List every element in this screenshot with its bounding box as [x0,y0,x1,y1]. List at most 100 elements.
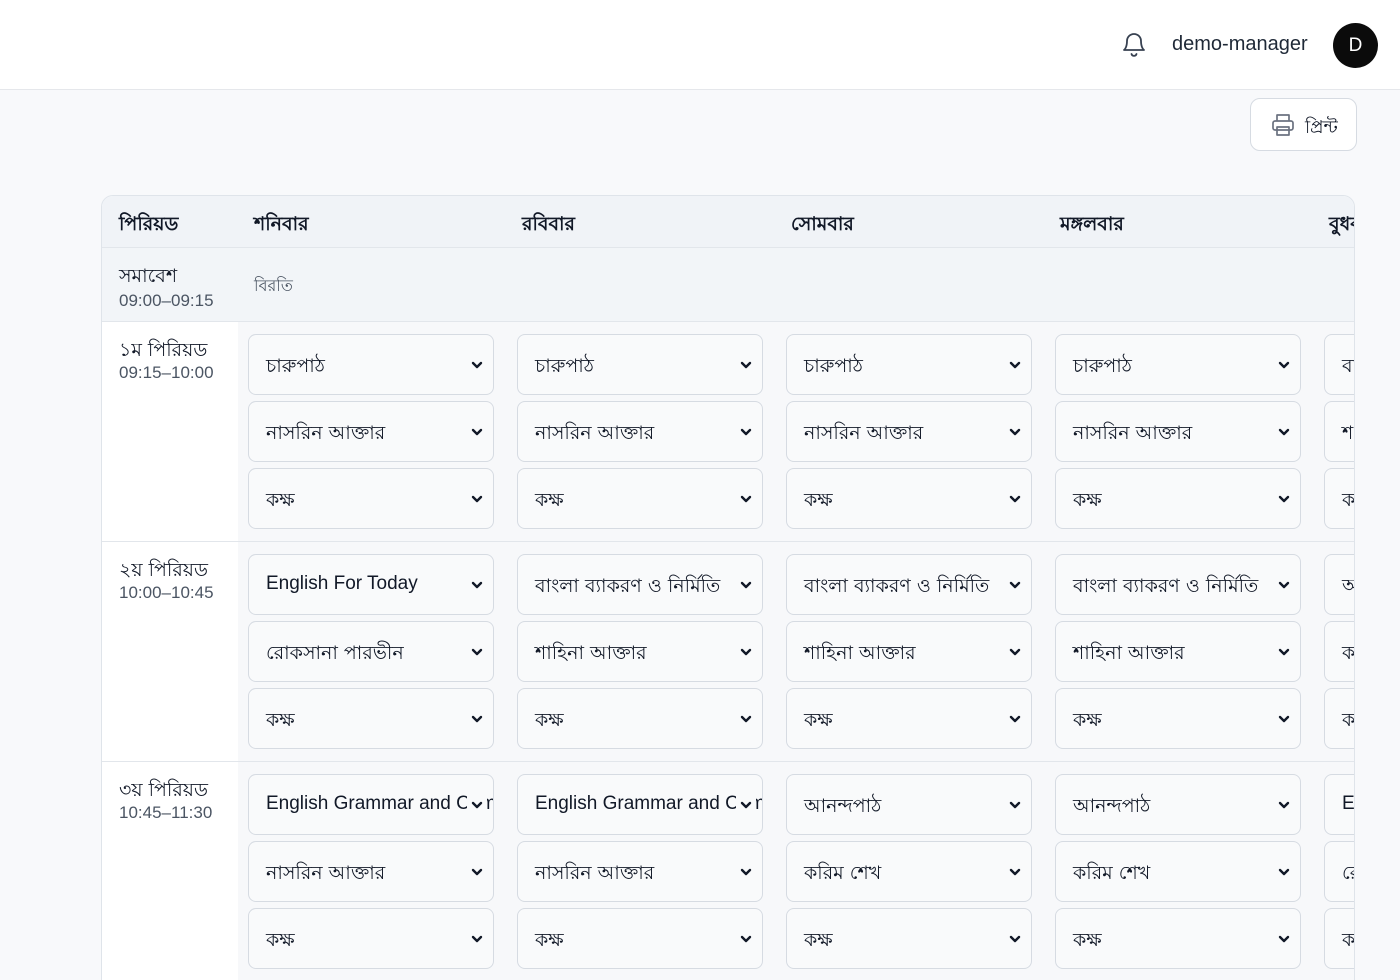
teacher-select-value: করিম শেখ [804,862,882,884]
room-select[interactable]: কক্ষ [517,688,763,749]
chevron-down-icon [1274,355,1294,375]
subject-select-value: E [1342,793,1355,814]
room-select[interactable]: কক্ষ [1055,908,1301,969]
chevron-down-icon [467,709,487,729]
chevron-down-icon [1005,642,1025,662]
room-select[interactable]: কক্ষ [786,908,1032,969]
day-header-monday: সোমবার [791,213,854,235]
room-select-value: কক্ষ [266,489,295,511]
teacher-select-value: শ [1342,422,1354,444]
teacher-select[interactable]: নাসরিন আক্তার [517,401,763,462]
teacher-select-value: নাসরিন আক্তার [1073,422,1193,444]
teacher-select[interactable]: শাহিনা আক্তার [517,621,763,682]
subject-select[interactable]: চারুপাঠ [248,334,494,395]
teacher-select[interactable]: নাসরিন আক্তার [1055,401,1301,462]
room-select-value: কক্ষ [266,929,295,951]
subject-select[interactable]: আ [1324,554,1354,615]
room-select[interactable]: কক্ষ [1055,468,1301,529]
room-select-value: কক্ষ [535,709,564,731]
period-time: 10:45–11:30 [119,803,213,822]
subject-select-value: বাংলা ব্যাকরণ ও নির্মিতি [535,575,721,597]
chevron-down-icon [467,575,487,595]
teacher-select-value: নাসরিন আক্তার [535,862,655,884]
room-select-value: ক [1342,709,1355,731]
bell-icon[interactable] [1118,28,1150,60]
chevron-down-icon [736,422,756,442]
teacher-select[interactable]: শ [1324,401,1354,462]
chevron-down-icon [736,862,756,882]
chevron-down-icon [736,575,756,595]
room-select[interactable]: কক্ষ [248,688,494,749]
teacher-select-value: শাহিনা আক্তার [535,642,647,664]
teacher-select[interactable]: রোকসানা পারভীন [248,621,494,682]
room-select[interactable]: ক [1324,688,1355,749]
chevron-down-icon [736,642,756,662]
room-select[interactable]: কক্ষ [517,468,763,529]
room-select[interactable]: ক [1324,468,1355,529]
chevron-down-icon [1005,422,1025,442]
chevron-down-icon [736,489,756,509]
room-select-value: কক্ষ [1073,709,1102,731]
room-select[interactable]: কক্ষ [786,468,1032,529]
subject-select-value: আনন্দপাঠ [804,795,882,817]
subject-select[interactable]: E [1324,774,1355,835]
chevron-down-icon [467,642,487,662]
teacher-select-value: নাসরিন আক্তার [804,422,924,444]
subject-select[interactable]: চারুপাঠ [517,334,763,395]
chevron-down-icon [467,355,487,375]
subject-select[interactable]: আনন্দপাঠ [786,774,1032,835]
teacher-select[interactable]: নাসরিন আক্তার [248,401,494,462]
room-select[interactable]: কক্ষ [248,468,494,529]
period-row: ২য় পিরিয়ড 10:00–10:45 English For Today র… [102,542,1355,762]
teacher-select[interactable]: ক [1324,621,1355,682]
avatar[interactable]: D [1333,23,1378,68]
teacher-select-value: শাহিনা আক্তার [1073,642,1185,664]
teacher-select[interactable]: নাসরিন আক্তার [517,841,763,902]
subject-select[interactable]: চারুপাঠ [1055,334,1301,395]
subject-select[interactable]: English Grammar and Composition [517,774,763,835]
subject-select[interactable]: English Grammar and Composition [248,774,494,835]
teacher-select[interactable]: শাহিনা আক্তার [1055,621,1301,682]
room-select[interactable]: কক্ষ [248,908,494,969]
teacher-select[interactable]: রো [1324,841,1354,902]
subject-select-value: বাংলা ব্যাকরণ ও নির্মিতি [1073,575,1259,597]
subject-select[interactable]: English For Today [248,554,494,615]
chevron-down-icon [1274,929,1294,949]
chevron-down-icon [736,709,756,729]
teacher-select-value: ক [1342,642,1355,664]
chevron-down-icon [736,355,756,375]
subject-select[interactable]: বাংলা ব্যাকরণ ও নির্মিতি [1055,554,1301,615]
subject-select[interactable]: বাংলা ব্যাকরণ ও নির্মিতি [786,554,1032,615]
subject-select-value: English Grammar and Composition [266,793,493,814]
room-select[interactable]: ক [1324,908,1354,969]
room-select[interactable]: কক্ষ [1055,688,1301,749]
username[interactable]: demo-manager [1172,33,1308,56]
teacher-select[interactable]: নাসরিন আক্তার [248,841,494,902]
teacher-select-value: করিম শেখ [1073,862,1151,884]
period-row: ১ম পিরিয়ড 09:15–10:00 চারুপাঠ নাসরিন আক্তা… [102,322,1355,542]
day-header-tuesday: মঙ্গলবার [1060,213,1124,235]
subject-select[interactable]: চারুপাঠ [786,334,1032,395]
period-time: 09:15–10:00 [119,363,214,382]
subject-select-value: বা [1342,352,1354,384]
teacher-select[interactable]: শাহিনা আক্তার [786,621,1032,682]
teacher-select[interactable]: করিম শেখ [786,841,1032,902]
chevron-down-icon [1005,795,1025,815]
day-header-sunday: রবিবার [522,213,575,235]
subject-select[interactable]: বা [1324,334,1354,395]
teacher-select[interactable]: নাসরিন আক্তার [786,401,1032,462]
period-column-header: পিরিয়ড [119,213,179,235]
room-select-value: কক্ষ [804,929,833,951]
room-select[interactable]: কক্ষ [517,908,763,969]
chevron-down-icon [1274,575,1294,595]
teacher-select-value: রোকসানা পারভীন [266,642,404,664]
subject-select[interactable]: বাংলা ব্যাকরণ ও নির্মিতি [517,554,763,615]
print-button[interactable]: প্রিন্ট [1250,98,1357,151]
teacher-select[interactable]: করিম শেখ [1055,841,1301,902]
room-select-value: ক [1342,489,1355,511]
chevron-down-icon [1274,642,1294,662]
teacher-select-value: শাহিনা আক্তার [804,642,916,664]
room-select[interactable]: কক্ষ [786,688,1032,749]
subject-select[interactable]: আনন্দপাঠ [1055,774,1301,835]
room-select-value: কক্ষ [535,489,564,511]
